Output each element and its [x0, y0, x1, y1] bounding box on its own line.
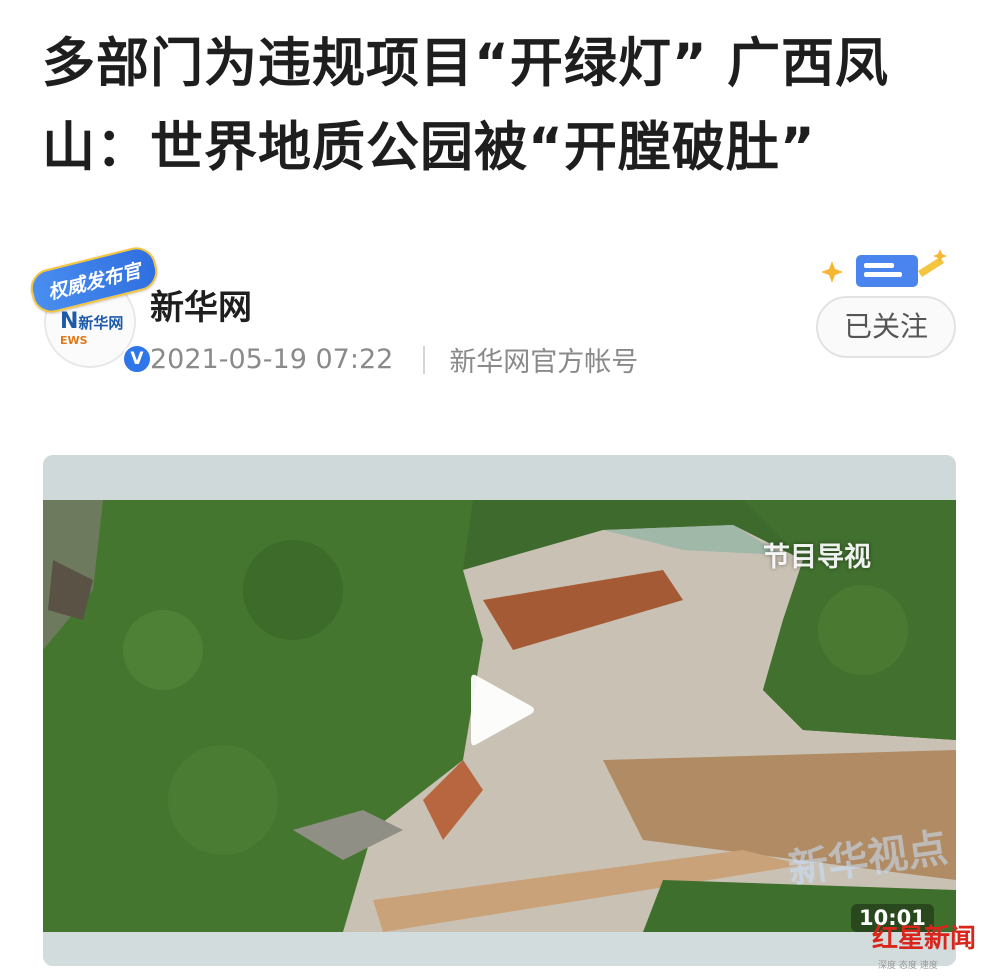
follow-button[interactable]: 已关注: [816, 296, 956, 358]
article-title: 多部门为违规项目“开绿灯” 广西凤山：世界地质公园被“开膛破肚”: [42, 33, 890, 178]
author-avatar[interactable]: N新华网 EWS 权威发布官 V: [26, 243, 162, 378]
author-name[interactable]: 新华网: [150, 280, 252, 329]
hongxing-news-watermark: 红星新闻: [872, 924, 977, 954]
follow-decoration-icon: [822, 249, 947, 287]
avatar-logo-ews: EWS: [60, 334, 88, 347]
hongxing-news-tagline: 深度 态度 速度: [878, 961, 938, 971]
article-meta: 2021-05-19 07:22 新华网官方帐号: [150, 340, 638, 379]
program-guide-label: 节目导视: [763, 542, 871, 573]
video-bottom-bar: [43, 932, 956, 966]
play-icon[interactable]: [471, 672, 535, 748]
avatar-logo-text: 新华网: [78, 314, 124, 332]
xinhua-logo: N新华网 EWS: [60, 309, 124, 348]
publish-date: 2021-05-19 07:22: [150, 344, 394, 375]
video-top-bar: [43, 455, 956, 500]
meta-divider: [423, 345, 426, 374]
verified-icon: V: [122, 344, 152, 374]
account-type: 新华网官方帐号: [449, 347, 639, 378]
video-player[interactable]: 节目导视 新华视点 10:01: [43, 455, 956, 966]
